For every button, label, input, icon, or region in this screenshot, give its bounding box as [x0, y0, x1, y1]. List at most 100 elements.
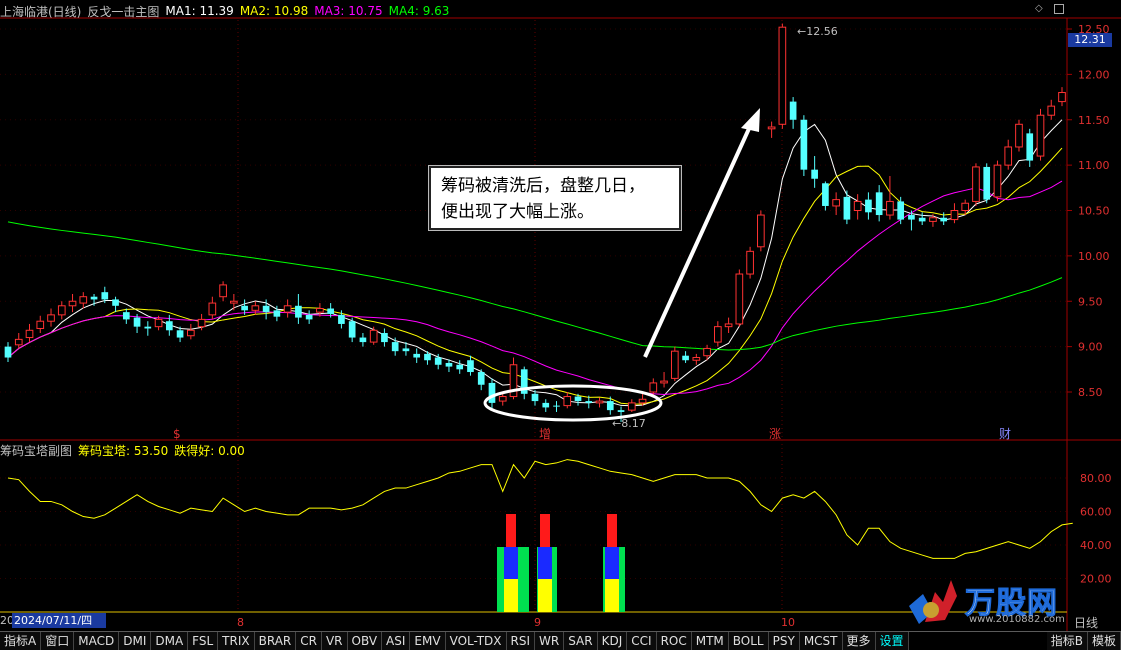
maximize-icon[interactable] [1054, 4, 1064, 14]
candle-body [316, 308, 324, 313]
candle-body [283, 305, 292, 313]
candle-body [208, 302, 217, 316]
chip-bar-blue [504, 547, 518, 579]
tab-23[interactable]: MCST [799, 632, 843, 650]
tab-0[interactable]: 指标A [0, 632, 42, 650]
tab-8[interactable]: CR [296, 632, 322, 650]
ma3-value: MA3: 10.75 [314, 4, 383, 18]
indicator-tab-bar: 指标A 窗口 MACD DMI DMA FSL TRIX BRAR CR VR OBV ASI EMV V… [0, 631, 1121, 650]
candle-body [778, 26, 787, 125]
candle-body [251, 305, 260, 311]
tab-14[interactable]: RSI [506, 632, 536, 650]
candle-body [1047, 105, 1056, 116]
candle-body [800, 119, 808, 170]
candle-body [90, 296, 98, 300]
candle-body [477, 372, 485, 385]
tab-1[interactable]: 窗口 [41, 632, 75, 650]
candle-body [1015, 123, 1023, 148]
right-tab-0[interactable]: 指标B [1046, 632, 1088, 650]
candle-body [79, 296, 88, 304]
tab-6[interactable]: TRIX [218, 632, 255, 650]
ma2-value: MA2: 10.98 [239, 4, 309, 18]
tab-12[interactable]: EMV [410, 632, 446, 650]
tab-10[interactable]: OBV [347, 632, 383, 650]
candle-body [348, 321, 356, 338]
high-marker: ←12.56 [797, 25, 838, 38]
candle-body [305, 314, 313, 320]
annotation-callout: 筹码被清洗后，盘整几日， 便出现了大幅上涨。 [428, 165, 682, 231]
candle-body [1004, 146, 1013, 166]
ma4-line [7, 221, 1063, 351]
candle-body [273, 310, 281, 317]
sub-tick-label: 60.00 [1080, 506, 1112, 519]
tab-13[interactable]: VOL-TDX [445, 632, 507, 650]
tab-18[interactable]: CCI [627, 632, 657, 650]
arrow-head [741, 108, 760, 132]
candle-body [606, 401, 614, 411]
price-tick-label: 9.50 [1078, 295, 1103, 308]
candle-body [197, 318, 206, 328]
watermark-logo: 万股网 www.2010882.com [905, 572, 1095, 628]
tab-24[interactable]: 更多 [842, 632, 876, 650]
chips-value: 筹码宝塔: 53.50 [78, 443, 169, 458]
tab-25[interactable]: 设置 [875, 632, 909, 650]
candle-body [295, 305, 302, 318]
candle-body [703, 347, 711, 357]
candle-body [767, 126, 776, 130]
candle-body [467, 360, 474, 373]
tab-9[interactable]: VR [321, 632, 348, 650]
tab-21[interactable]: BOLL [728, 632, 769, 650]
logo-url: www.2010882.com [969, 614, 1065, 625]
event-tag: 财 [999, 427, 1011, 441]
tab-15[interactable]: WR [535, 632, 565, 650]
candle-body [940, 217, 948, 222]
candle-body [14, 338, 23, 346]
tab-17[interactable]: KDJ [597, 632, 628, 650]
stock-chart[interactable]: 8 9 1012.5012.0011.5011.0010.5010.009.509.… [0, 0, 1121, 649]
month-label: 10 [781, 616, 795, 629]
tab-22[interactable]: PSY [768, 632, 800, 650]
candle-body [649, 382, 658, 393]
candle-body [434, 357, 442, 365]
chip-bar-red [540, 514, 550, 547]
tab-4[interactable]: DMA [151, 632, 189, 650]
stock-name: 上海临港(日线) [0, 4, 82, 19]
tab-16[interactable]: SAR [564, 632, 598, 650]
chip-bar-red [506, 514, 516, 547]
candle-body [1036, 114, 1045, 157]
indicator-name: 反戈一击主图 [87, 4, 160, 19]
chip-bar-yellow [538, 579, 552, 612]
tab-5[interactable]: FSL [188, 632, 219, 650]
candle-body [789, 101, 797, 120]
candle-body [627, 402, 636, 411]
tab-7[interactable]: BRAR [254, 632, 297, 650]
tab-11[interactable]: ASI [382, 632, 411, 650]
chip-bar-blue [538, 547, 552, 579]
candle-body [338, 314, 345, 324]
candle-body [25, 329, 34, 339]
candle-body [757, 214, 765, 248]
candle-body [47, 314, 55, 322]
candle-body [746, 250, 754, 275]
tab-2[interactable]: MACD [74, 632, 120, 650]
candle-body [832, 199, 840, 207]
tab-20[interactable]: MTM [691, 632, 729, 650]
candle-body [230, 300, 238, 304]
right-tab-1[interactable]: 模板 [1087, 632, 1121, 650]
candle-body [133, 317, 141, 327]
tab-3[interactable]: DMI [119, 632, 152, 650]
candle-body [886, 200, 894, 216]
diamond-icon[interactable]: ◇ [1035, 4, 1045, 14]
candle-body [101, 292, 109, 300]
candle-body [983, 166, 991, 200]
candle-body [638, 398, 647, 404]
candle-body [617, 410, 625, 412]
tab-19[interactable]: ROC [656, 632, 692, 650]
candle-body [413, 353, 421, 358]
sub-header: 筹码宝塔副图 筹码宝塔: 53.50 跌得好: 0.00 [0, 441, 251, 459]
candle-body [381, 333, 388, 343]
sub-indicator-name: 筹码宝塔副图 [0, 443, 73, 458]
candle-body [327, 308, 334, 314]
candle-body [918, 217, 926, 222]
candle-body [165, 321, 173, 331]
